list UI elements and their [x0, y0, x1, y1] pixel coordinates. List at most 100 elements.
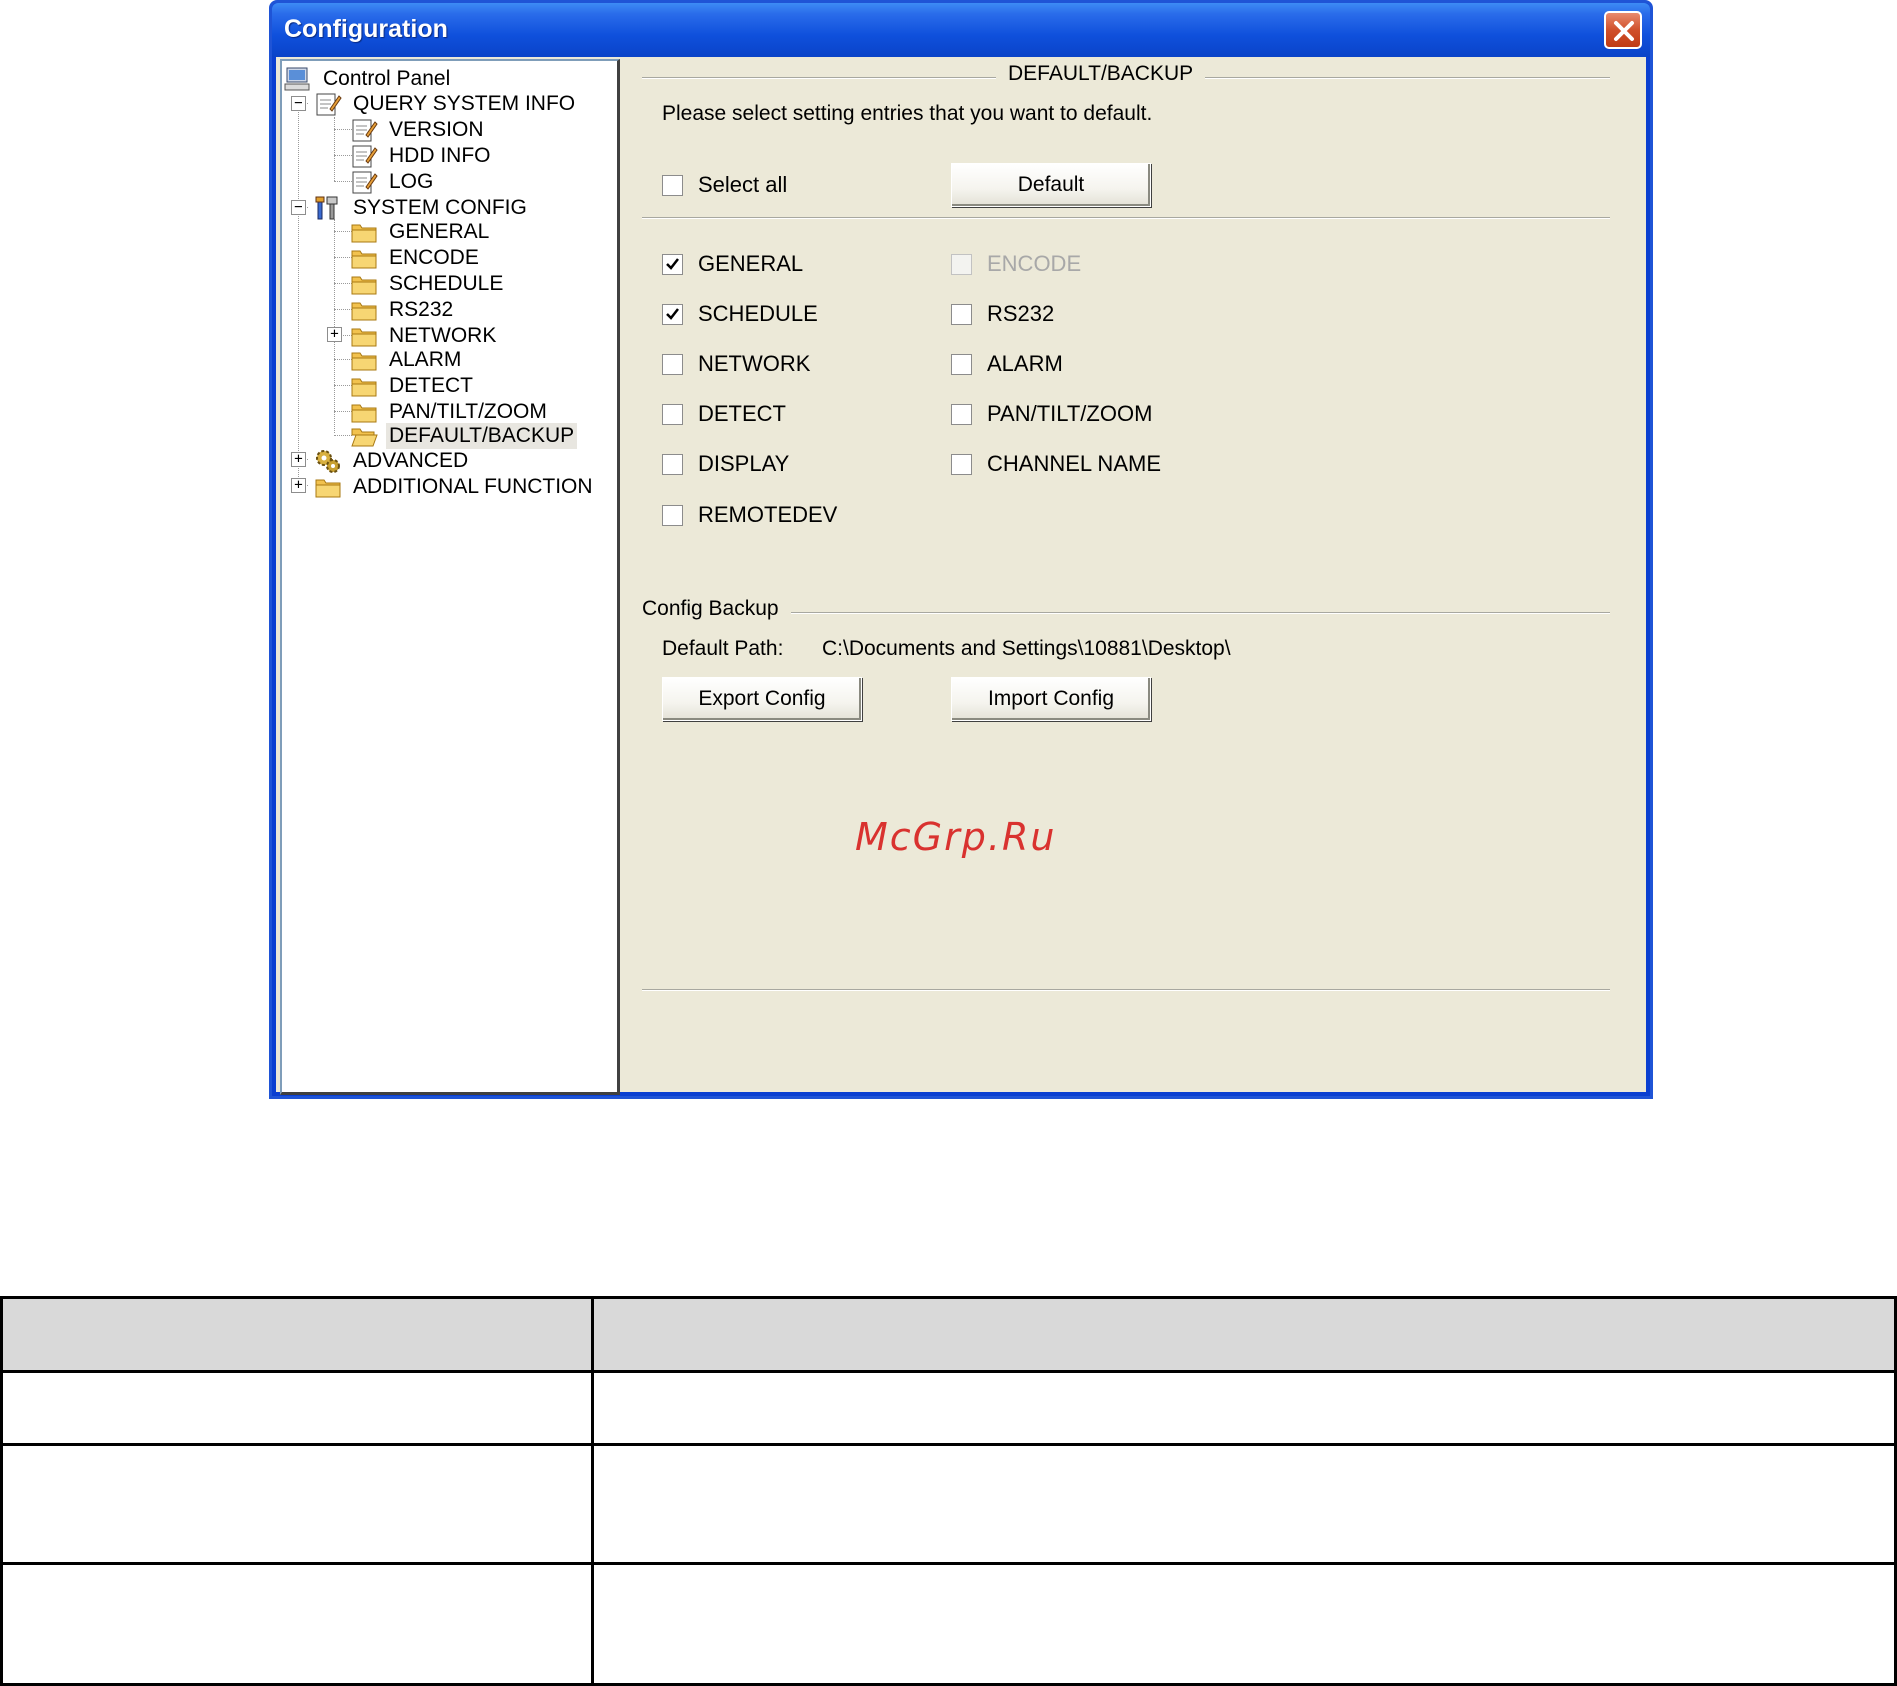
tree-item-log[interactable]: LOG: [350, 168, 436, 196]
table-cell: [0, 1562, 594, 1686]
checkbox-box[interactable]: [662, 504, 683, 526]
checkbox-box[interactable]: [662, 303, 683, 325]
import-config-button[interactable]: Import Config: [951, 677, 1151, 721]
section-divider: [642, 217, 1610, 219]
navigation-tree[interactable]: Control Panel − QUERY SYSTEM INFO VERSIO: [280, 59, 620, 1095]
close-icon: [1614, 21, 1634, 41]
tree-item-default-backup[interactable]: DEFAULT/BACKUP: [350, 422, 578, 450]
tree-item-encode[interactable]: ENCODE: [350, 244, 482, 272]
default-button[interactable]: Default: [951, 163, 1151, 207]
tree-label: HDD INFO: [389, 144, 491, 167]
bottom-divider: [642, 989, 1610, 991]
expand-toggle-network[interactable]: +: [327, 327, 342, 342]
tree-label: Control Panel: [323, 67, 451, 90]
tree-item-advanced[interactable]: ADVANCED: [314, 447, 471, 475]
checkbox-alarm[interactable]: ALARM: [951, 351, 1063, 377]
dialog-client-area: Control Panel − QUERY SYSTEM INFO VERSIO: [276, 57, 1646, 1095]
checkbox-box[interactable]: [662, 253, 683, 275]
title-bar[interactable]: Configuration: [272, 3, 1650, 57]
gears-icon: [316, 450, 340, 473]
tree-item-schedule[interactable]: SCHEDULE: [350, 270, 506, 298]
tree-item-control-panel[interactable]: Control Panel: [284, 65, 453, 93]
checkbox-box[interactable]: [662, 353, 683, 375]
checkbox-label: DISPLAY: [698, 451, 790, 476]
checkbox-box: [951, 253, 972, 275]
collapse-toggle-query-system-info[interactable]: −: [291, 96, 306, 111]
checkbox-general[interactable]: GENERAL: [662, 251, 803, 277]
config-backup-title: Config Backup: [632, 597, 791, 621]
table-cell: [591, 1443, 1897, 1565]
export-config-button[interactable]: Export Config: [662, 677, 862, 721]
configuration-window: Configuration Control Panel − QUERY SYST…: [269, 0, 1653, 1099]
notepad-icon: [316, 93, 342, 116]
watermark-logo: McGrp.Ru: [855, 815, 1057, 859]
checkbox-label: RS232: [987, 301, 1055, 326]
checkbox-remotedev[interactable]: REMOTEDEV: [662, 502, 837, 528]
instruction-text: Please select setting entries that you w…: [662, 102, 1153, 125]
table-cell: [591, 1562, 1897, 1686]
table-header-cell: [591, 1296, 1897, 1373]
checkbox-label: ALARM: [987, 351, 1063, 376]
checkbox-box[interactable]: [662, 174, 683, 196]
checkbox-channel-name[interactable]: CHANNEL NAME: [951, 451, 1161, 477]
tree-item-hdd-info[interactable]: HDD INFO: [350, 142, 494, 170]
checkbox-pan-tilt-zoom[interactable]: PAN/TILT/ZOOM: [951, 401, 1152, 427]
close-button[interactable]: [1604, 11, 1642, 49]
tools-icon: [315, 196, 338, 220]
folder-icon: [351, 378, 377, 397]
collapse-toggle-system-config[interactable]: −: [291, 200, 306, 215]
default-path-value: C:\Documents and Settings\10881\Desktop\: [822, 637, 1231, 660]
group-title: DEFAULT/BACKUP: [996, 62, 1206, 86]
checkbox-box[interactable]: [951, 303, 972, 325]
checkbox-box[interactable]: [951, 403, 972, 425]
table-row: [0, 1443, 1897, 1565]
folder-icon: [351, 352, 377, 371]
checkbox-label: CHANNEL NAME: [987, 451, 1161, 476]
checkbox-label: SCHEDULE: [698, 301, 818, 326]
checkbox-detect[interactable]: DETECT: [662, 401, 786, 427]
notepad-icon: [352, 145, 378, 168]
expand-toggle-advanced[interactable]: +: [291, 452, 306, 467]
checkbox-schedule[interactable]: SCHEDULE: [662, 301, 818, 327]
table-row: [0, 1370, 1897, 1446]
table-cell: [0, 1443, 594, 1565]
checkbox-label: PAN/TILT/ZOOM: [987, 401, 1153, 426]
expand-toggle-additional-function[interactable]: +: [291, 478, 306, 493]
select-all-checkbox[interactable]: Select all: [662, 172, 787, 198]
computer-icon: [284, 67, 310, 91]
default-backup-panel: DEFAULT/BACKUP Please select setting ent…: [632, 57, 1646, 1092]
tree-label: SCHEDULE: [389, 272, 504, 295]
checkbox-box[interactable]: [951, 453, 972, 475]
checkbox-box[interactable]: [951, 353, 972, 375]
tree-label: QUERY SYSTEM INFO: [353, 92, 576, 115]
tree-item-query-system-info[interactable]: QUERY SYSTEM INFO: [314, 90, 578, 118]
default-path-label: Default Path:: [662, 637, 784, 660]
tree-item-general[interactable]: GENERAL: [350, 218, 492, 246]
table-cell: [0, 1370, 594, 1446]
checkbox-box[interactable]: [662, 453, 683, 475]
checkbox-display[interactable]: DISPLAY: [662, 451, 789, 477]
tree-item-version[interactable]: VERSION: [350, 116, 487, 144]
window-title: Configuration: [284, 15, 448, 43]
parameter-table: [0, 1296, 1897, 1686]
checkbox-network[interactable]: NETWORK: [662, 351, 810, 377]
notepad-icon: [352, 171, 378, 194]
folder-icon: [315, 479, 341, 498]
notepad-icon: [352, 119, 378, 142]
tree-item-additional-function[interactable]: ADDITIONAL FUNCTION: [314, 473, 596, 501]
tree-label: LOG: [389, 170, 434, 193]
checkbox-label: REMOTEDEV: [698, 502, 838, 527]
checkbox-box[interactable]: [662, 403, 683, 425]
tree-label: DETECT: [389, 374, 473, 397]
checkbox-rs232[interactable]: RS232: [951, 301, 1054, 327]
tree-item-rs232[interactable]: RS232: [350, 296, 456, 324]
tree-item-detect[interactable]: DETECT: [350, 372, 476, 400]
folder-icon: [351, 302, 377, 321]
folder-icon: [351, 250, 377, 269]
checkmark-icon: [666, 307, 679, 320]
tree-label: VERSION: [389, 118, 484, 141]
tree-label: ENCODE: [389, 246, 479, 269]
tree-item-alarm[interactable]: ALARM: [350, 346, 464, 374]
table-cell: [591, 1370, 1897, 1446]
checkbox-label: NETWORK: [698, 351, 811, 376]
